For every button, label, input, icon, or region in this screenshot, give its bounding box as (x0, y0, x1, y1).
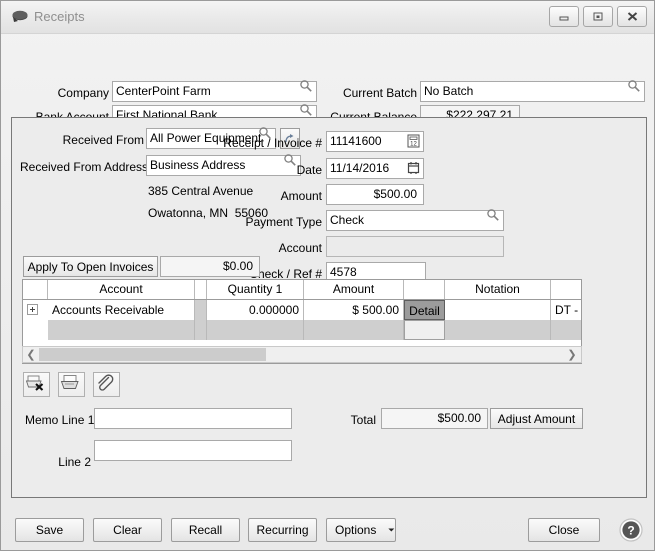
new-cell-extra[interactable] (551, 320, 582, 340)
print-cancel-icon (24, 373, 46, 393)
new-cell-quantity[interactable] (207, 320, 304, 340)
grid-header-row: Account Quantity 1 Amount Notation (23, 280, 581, 300)
memo-line-1-label: Memo Line 1 (25, 413, 91, 427)
table-row-new[interactable] (23, 320, 581, 340)
calendar-icon[interactable] (406, 161, 421, 176)
receipt-invoice-label: Receipt / Invoice # (212, 136, 322, 150)
grid-col-detail (404, 280, 445, 299)
payment-type-input[interactable]: Check (326, 210, 504, 231)
receipts-app-icon (11, 10, 28, 24)
attachment-icon (94, 373, 116, 393)
apply-to-open-invoices-amount: $0.00 (160, 256, 260, 277)
grid-col-spacer (195, 280, 207, 299)
maximize-icon (592, 11, 604, 22)
title-bar: Receipts (1, 1, 654, 34)
company-label: Company (31, 86, 109, 100)
help-button[interactable]: ? (618, 517, 644, 543)
date-label: Date (262, 163, 322, 177)
current-batch-label: Current Batch (331, 86, 417, 100)
chevron-down-icon (388, 527, 395, 533)
search-icon[interactable] (299, 103, 313, 117)
search-icon[interactable] (486, 208, 500, 222)
new-cell-detail[interactable] (404, 320, 445, 340)
cell-extra[interactable]: DT - Decrea (551, 300, 582, 320)
recurring-button[interactable]: Recurring (248, 518, 317, 542)
clear-button[interactable]: Clear (93, 518, 162, 542)
expand-plus-icon (27, 304, 38, 315)
table-row[interactable]: Accounts Receivable 0.000000 $ 500.00 De… (23, 300, 581, 320)
recall-button[interactable]: Recall (171, 518, 240, 542)
amount-label: Amount (252, 189, 322, 203)
new-cell-notation[interactable] (445, 320, 551, 340)
help-icon: ? (618, 517, 644, 543)
new-cell-amount[interactable] (304, 320, 404, 340)
address-line-1: 385 Central Avenue (148, 183, 253, 200)
close-footer-button[interactable]: Close (528, 518, 600, 542)
cell-account[interactable]: Accounts Receivable (48, 300, 195, 320)
new-row-expander (23, 320, 48, 340)
minimize-button[interactable] (549, 6, 579, 27)
total-label: Total (316, 413, 376, 427)
svg-text:?: ? (627, 524, 634, 538)
grid-col-expander (23, 280, 48, 299)
header-fields: Company CenterPoint Farm Bank Account Fi… (1, 34, 654, 116)
cell-detail-button[interactable]: Detail (404, 300, 445, 320)
search-icon[interactable] (299, 79, 313, 93)
window-title: Receipts (34, 9, 85, 24)
amount-input[interactable]: $500.00 (326, 184, 424, 205)
numbering-icon[interactable]: 12 (406, 134, 421, 149)
window-controls (549, 6, 647, 27)
row-expander[interactable] (23, 300, 48, 320)
search-icon[interactable] (627, 79, 641, 93)
print-icon (59, 373, 81, 393)
grid-col-notation: Notation (445, 280, 551, 299)
current-batch-input[interactable]: No Batch (420, 81, 645, 102)
cell-spacer (195, 300, 207, 320)
scroll-thumb[interactable] (39, 348, 266, 361)
close-button[interactable] (617, 6, 647, 27)
receipts-window: Receipts Company CenterPoint F (0, 0, 655, 551)
received-from-address-label: Received From Address (20, 160, 144, 174)
adjust-amount-button[interactable]: Adjust Amount (490, 408, 583, 429)
maximize-button[interactable] (583, 6, 613, 27)
cell-quantity[interactable]: 0.000000 (207, 300, 304, 320)
cell-amount[interactable]: $ 500.00 (304, 300, 404, 320)
new-cell-spacer (195, 320, 207, 340)
options-label: Options (335, 523, 376, 537)
grid-col-extra (551, 280, 582, 299)
grid-horizontal-scrollbar[interactable]: ❮ ❯ (22, 346, 582, 363)
company-input[interactable]: CenterPoint Farm (112, 81, 317, 102)
account-label: Account (257, 241, 322, 255)
minimize-icon (558, 12, 570, 22)
print-button[interactable] (58, 372, 85, 397)
payment-type-label: Payment Type (222, 215, 322, 229)
grid-col-amount: Amount (304, 280, 404, 299)
total-value: $500.00 (381, 408, 488, 429)
options-button[interactable]: Options (326, 518, 396, 542)
apply-to-open-invoices-button[interactable]: Apply To Open Invoices (23, 256, 158, 277)
svg-text:12: 12 (410, 142, 417, 148)
print-cancel-button[interactable] (23, 372, 50, 397)
close-icon (626, 11, 639, 22)
cell-notation[interactable] (445, 300, 551, 320)
memo-line-1-input[interactable] (94, 408, 292, 429)
scroll-left-button[interactable]: ❮ (24, 347, 38, 362)
grid-col-quantity: Quantity 1 (207, 280, 304, 299)
save-button[interactable]: Save (15, 518, 84, 542)
memo-line-2-label: Line 2 (35, 455, 91, 469)
received-from-label: Received From (52, 133, 144, 147)
new-cell-account[interactable] (48, 320, 195, 340)
memo-line-2-input[interactable] (94, 440, 292, 461)
grid-col-account: Account (48, 280, 195, 299)
scroll-right-button[interactable]: ❯ (565, 347, 579, 362)
account-input (326, 236, 504, 257)
attachment-button[interactable] (93, 372, 120, 397)
